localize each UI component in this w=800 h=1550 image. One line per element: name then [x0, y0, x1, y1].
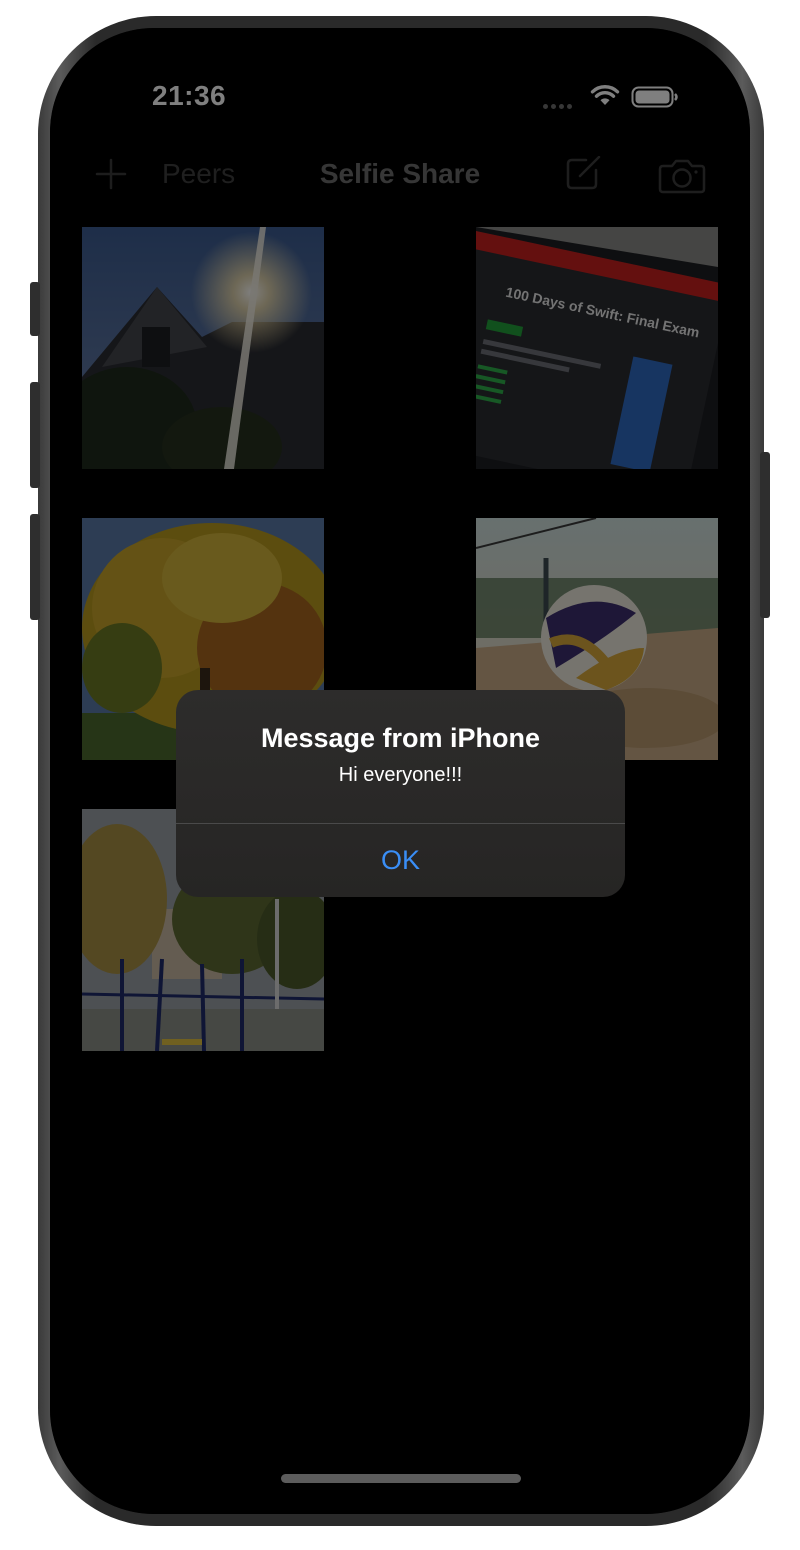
alert-title: Message from iPhone — [260, 723, 541, 753]
volume-down-button — [30, 514, 40, 620]
screen: 21:36 Peers Selfie Share — [50, 28, 750, 1514]
side-power-button — [760, 452, 770, 618]
home-indicator[interactable] — [281, 1474, 521, 1483]
action-button — [30, 282, 40, 336]
alert-dialog: Message from iPhone Hi everyone!!! OK — [176, 690, 625, 897]
volume-up-button — [30, 382, 40, 488]
ok-button[interactable]: OK — [176, 824, 625, 897]
alert-message: Hi everyone!!! — [338, 764, 463, 786]
